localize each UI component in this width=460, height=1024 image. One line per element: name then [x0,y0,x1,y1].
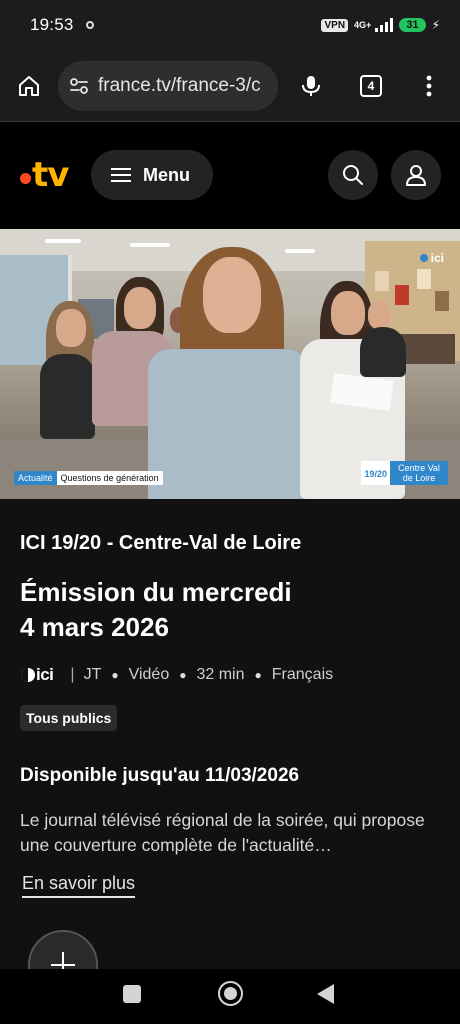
program-title[interactable]: ICI 19/20 - Centre-Val de Loire [20,532,301,555]
audience-badge: Tous publics [20,705,118,731]
channel-number: 19/20 [361,461,390,485]
ici-logo-text: ici [36,665,54,684]
menu-button[interactable]: Menu [91,150,213,200]
voice-search-button[interactable] [280,57,342,115]
program-meta: ici | JT ● Vidéo ● 32 min ● Français [20,665,333,685]
video-channel-badge: 19/20 Centre Val de Loire [361,461,448,485]
search-icon [343,165,363,185]
status-indicators: VPN 4G+ 31 ⚡ [321,18,440,32]
meta-separator: | [70,666,75,683]
logo-dot [20,172,31,184]
channel-region: Centre Val de Loire [390,461,448,485]
vpn-badge: VPN [321,18,349,32]
account-button[interactable] [391,150,441,200]
ici-logo-icon [21,668,35,682]
charging-icon: ⚡ [431,18,440,32]
episode-title: Émission du mercredi 4 mars 2026 [20,577,292,642]
home-icon [19,75,39,96]
recents-button[interactable] [123,985,141,1003]
meta-duration: 32 min [196,666,245,683]
meta-bullet: ● [111,668,119,682]
video-ici-watermark: ici [419,251,444,265]
more-vertical-icon [426,75,432,96]
program-info: ICI 19/20 - Centre-Val de Loire Émission… [0,499,460,1000]
watermark-text: ici [430,251,444,265]
browser-menu-button[interactable] [400,57,458,115]
lower-third-tag: Actualité [14,471,57,485]
logo-text: tv [32,155,69,195]
video-lower-third: Actualité Questions de génération [14,471,163,485]
site-settings-icon[interactable] [68,75,90,97]
system-nav-bar [0,969,460,1024]
home-button[interactable] [0,57,58,115]
home-nav-button[interactable] [218,981,243,1006]
network-type: 4G+ [354,20,372,30]
meta-genre: JT [83,666,102,683]
meta-language: Français [271,666,334,683]
search-button[interactable] [328,150,378,200]
url-text: france.tv/france-3/c [98,74,261,96]
microphone-icon [302,75,320,96]
site-header: tv Menu [0,123,460,229]
francetv-logo[interactable]: tv [20,153,69,197]
notification-dot-icon [85,21,94,29]
meta-bullet: ● [254,668,262,682]
battery-level: 31 [399,18,426,32]
browser-toolbar: france.tv/france-3/c 4 [0,50,460,122]
meta-format: Vidéo [128,666,170,683]
program-description: Le journal télévisé régional de la soiré… [20,810,425,855]
learn-more-link[interactable]: En savoir plus [22,873,136,898]
address-bar[interactable]: france.tv/france-3/c [58,60,278,111]
back-button[interactable] [317,984,334,1004]
lower-third-label: Questions de génération [56,471,163,485]
video-player[interactable]: ici Actualité Questions de génération 19… [0,229,460,499]
status-bar: 19:53 VPN 4G+ 31 ⚡ [0,0,460,50]
status-time: 19:53 [30,15,74,34]
user-icon [406,165,426,186]
tab-switcher-button[interactable]: 4 [342,57,400,115]
tab-count: 4 [360,74,382,97]
home-nav-icon [224,987,237,1000]
menu-label: Menu [143,164,190,185]
availability-date: Disponible jusqu'au 11/03/2026 [20,765,300,786]
signal-icon [375,18,394,32]
ici-channel-logo[interactable]: ici [20,665,54,685]
meta-bullet: ● [179,668,187,682]
hamburger-icon [111,168,131,182]
